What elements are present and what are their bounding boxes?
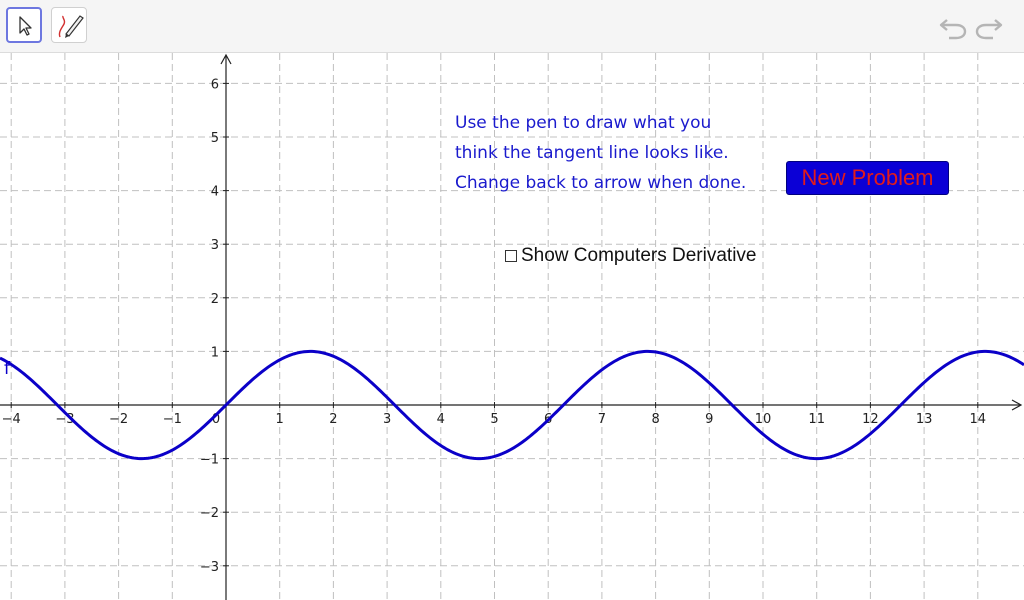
x-tick-label: 2 — [329, 412, 337, 427]
x-tick-label: 14 — [970, 412, 987, 427]
toolbar — [0, 0, 1024, 53]
x-tick-label: −1 — [163, 412, 182, 427]
instruction-line-3: Change back to arrow when done. — [455, 173, 747, 193]
undo-button[interactable] — [938, 14, 968, 40]
x-tick-label: 5 — [490, 412, 498, 427]
redo-icon — [975, 19, 1003, 40]
x-tick-label: 10 — [755, 412, 772, 427]
arrow-tool-button[interactable] — [6, 7, 42, 43]
redo-button[interactable] — [974, 14, 1004, 40]
y-tick-label: 2 — [211, 292, 219, 307]
undo-icon — [939, 19, 967, 40]
y-tick-label: 4 — [211, 185, 219, 200]
new-problem-button[interactable]: New Problem — [786, 161, 949, 195]
y-tick-label: −2 — [200, 506, 219, 521]
cursor-arrow-icon — [19, 16, 32, 36]
instruction-line-1: Use the pen to draw what you — [455, 113, 712, 133]
y-tick-label: 6 — [211, 77, 219, 92]
x-tick-label: 12 — [862, 412, 879, 427]
function-label: f — [4, 359, 11, 379]
x-tick-label: 8 — [651, 412, 659, 427]
show-derivative-label: Show Computers Derivative — [521, 245, 757, 266]
x-tick-label: 4 — [437, 412, 445, 427]
y-tick-label: 3 — [211, 238, 219, 253]
x-tick-label: 1 — [276, 412, 284, 427]
instruction-line-2: think the tangent line looks like. — [455, 143, 729, 163]
y-tick-label: 5 — [211, 131, 219, 146]
instructions-text: Use the pen to draw what you think the t… — [455, 108, 775, 198]
x-tick-label: 13 — [916, 412, 933, 427]
y-tick-label: 1 — [211, 345, 219, 360]
y-tick-label: −1 — [200, 453, 219, 468]
show-derivative-checkbox[interactable] — [505, 250, 517, 262]
pen-icon — [58, 15, 84, 38]
x-tick-label: −4 — [2, 412, 21, 427]
y-tick-label: −3 — [200, 560, 219, 575]
x-tick-label: 7 — [598, 412, 606, 427]
show-derivative-checkbox-row[interactable]: Show Computers Derivative — [505, 245, 756, 267]
pen-tool-button[interactable] — [51, 7, 87, 43]
x-tick-label: −2 — [109, 412, 128, 427]
x-tick-label: 11 — [808, 412, 825, 427]
x-tick-label: 3 — [383, 412, 391, 427]
x-tick-label: 9 — [705, 412, 713, 427]
